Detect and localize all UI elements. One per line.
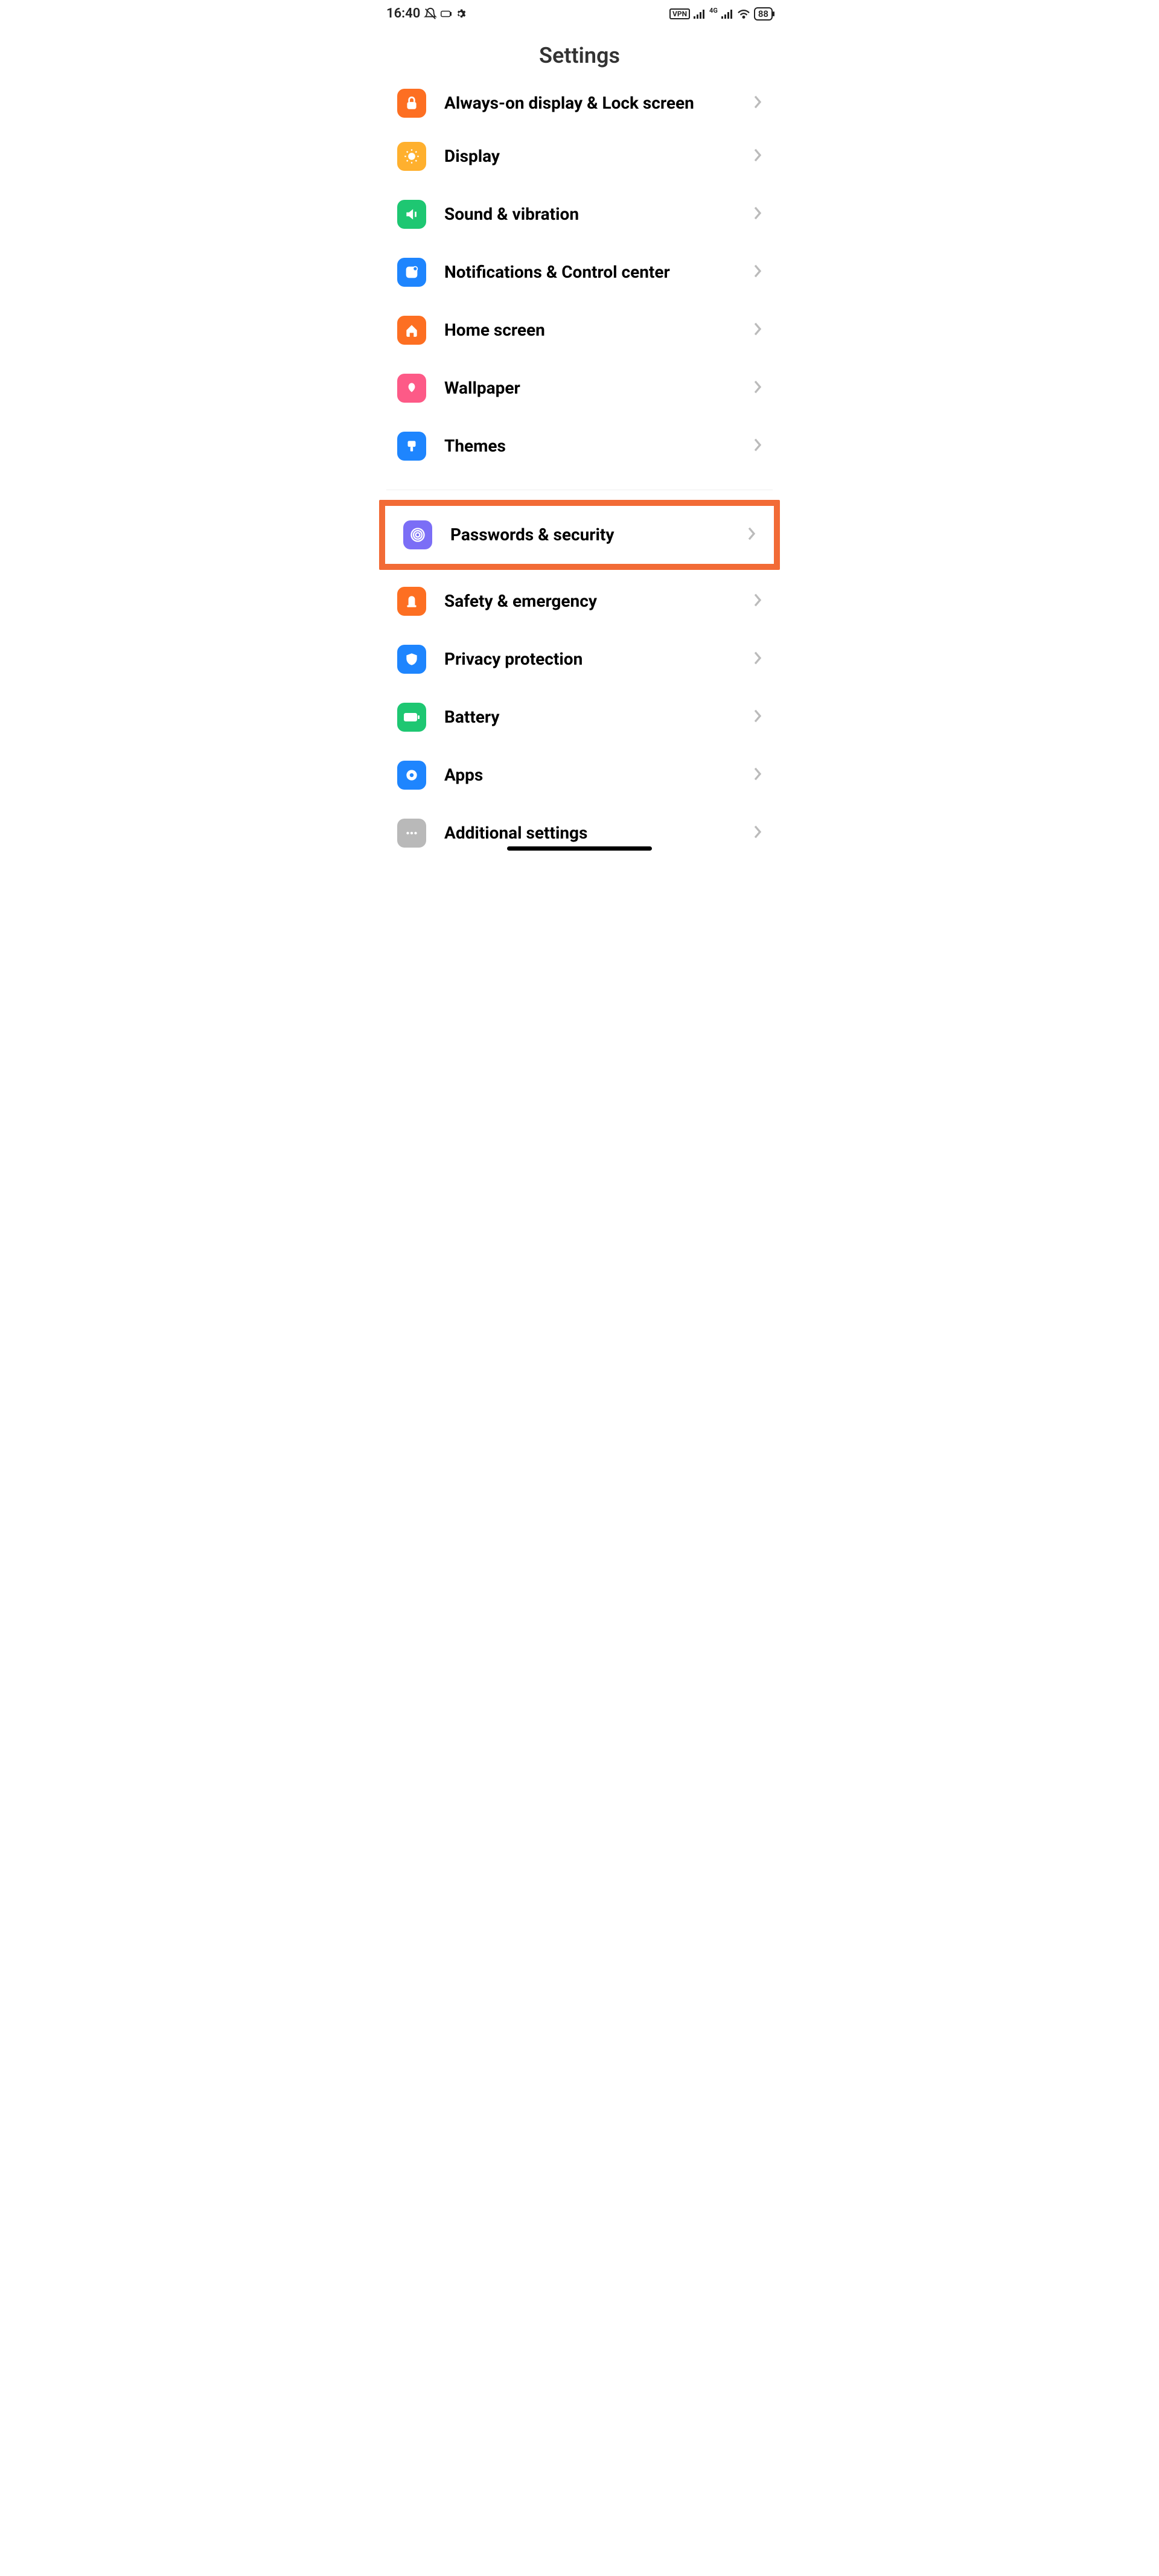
more-icon xyxy=(397,819,426,848)
brush-icon xyxy=(397,432,426,461)
status-left: 16:40 xyxy=(386,6,466,21)
flower-icon xyxy=(397,374,426,403)
vpn-badge: VPN xyxy=(669,8,690,19)
item-label: Display xyxy=(444,145,747,167)
settings-item-wallpaper[interactable]: Wallpaper xyxy=(379,359,780,417)
settings-item-themes[interactable]: Themes xyxy=(379,417,780,475)
signal2-icon xyxy=(721,9,733,19)
settings-item-sound[interactable]: Sound & vibration xyxy=(379,185,780,243)
brightness-icon xyxy=(397,142,426,171)
item-label: Passwords & security xyxy=(450,524,741,546)
chevron-right-icon xyxy=(753,438,762,455)
settings-item-privacy[interactable]: Privacy protection xyxy=(379,630,780,688)
item-label: Battery xyxy=(444,706,747,728)
notification-icon xyxy=(397,258,426,287)
home-icon xyxy=(397,316,426,345)
settings-group-2: Passwords & security Safety & emergency … xyxy=(368,500,791,850)
settings-item-additional[interactable]: Additional settings xyxy=(379,804,780,850)
item-label: Privacy protection xyxy=(444,648,747,670)
wifi-icon xyxy=(737,8,750,19)
apps-icon xyxy=(397,761,426,790)
chevron-right-icon xyxy=(753,264,762,281)
chevron-right-icon xyxy=(753,593,762,610)
mute-icon xyxy=(424,7,437,21)
settings-item-battery[interactable]: Battery xyxy=(379,688,780,746)
page-title: Settings xyxy=(368,25,791,79)
item-label: Always-on display & Lock screen xyxy=(444,92,747,114)
item-label: Apps xyxy=(444,764,747,786)
settings-item-display[interactable]: Display xyxy=(379,127,780,185)
signal-icon xyxy=(694,9,706,19)
settings-item-safety-emergency[interactable]: Safety & emergency xyxy=(379,572,780,630)
item-label: Safety & emergency xyxy=(444,590,747,612)
status-right: VPN 4G 88 xyxy=(669,7,773,21)
chevron-right-icon xyxy=(753,709,762,726)
lock-icon xyxy=(397,89,426,118)
highlight-box: Passwords & security xyxy=(379,500,780,570)
chevron-right-icon xyxy=(753,322,762,339)
settings-group-1: Always-on display & Lock screen Display … xyxy=(368,79,791,475)
chevron-right-icon xyxy=(753,651,762,668)
item-label: Sound & vibration xyxy=(444,203,747,225)
item-label: Home screen xyxy=(444,319,747,341)
status-time: 16:40 xyxy=(386,6,420,21)
chevron-right-icon xyxy=(753,206,762,223)
status-bar: 16:40 VPN 4G xyxy=(368,0,791,25)
chevron-right-icon xyxy=(753,767,762,784)
battery-indicator: 88 xyxy=(754,7,773,21)
battery-mini-icon xyxy=(441,10,452,18)
shield-icon xyxy=(397,645,426,674)
chevron-right-icon xyxy=(747,526,756,543)
battery-icon xyxy=(397,703,426,732)
item-label: Additional settings xyxy=(444,822,747,844)
emergency-icon xyxy=(397,587,426,616)
nav-indicator xyxy=(507,846,652,851)
speaker-icon xyxy=(397,200,426,229)
network-label: 4G xyxy=(709,7,718,14)
item-label: Wallpaper xyxy=(444,377,747,399)
settings-item-notifications[interactable]: Notifications & Control center xyxy=(379,243,780,301)
chevron-right-icon xyxy=(753,825,762,842)
chevron-right-icon xyxy=(753,95,762,112)
settings-item-always-on-display[interactable]: Always-on display & Lock screen xyxy=(379,79,780,127)
settings-item-home-screen[interactable]: Home screen xyxy=(379,301,780,359)
item-label: Themes xyxy=(444,435,747,457)
settings-item-passwords-security[interactable]: Passwords & security xyxy=(385,506,774,564)
settings-item-apps[interactable]: Apps xyxy=(379,746,780,804)
item-label: Notifications & Control center xyxy=(444,261,747,283)
gear-icon xyxy=(455,8,466,19)
fingerprint-icon xyxy=(403,520,432,549)
chevron-right-icon xyxy=(753,148,762,165)
chevron-right-icon xyxy=(753,380,762,397)
